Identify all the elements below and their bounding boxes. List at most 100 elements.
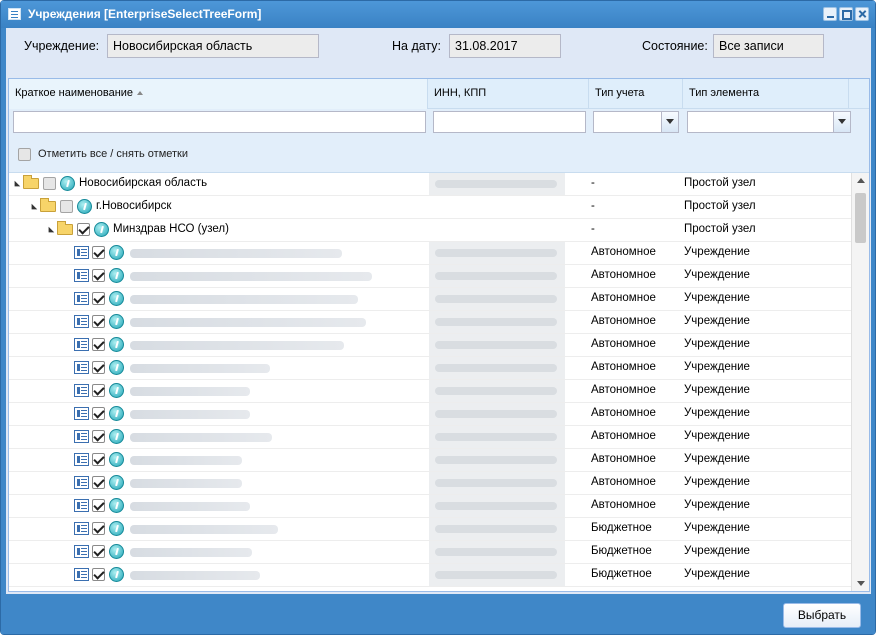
row-inn-redacted bbox=[429, 173, 565, 195]
account-type-filter-select[interactable] bbox=[593, 111, 679, 133]
row-checkbox[interactable] bbox=[92, 292, 105, 305]
row-checkbox[interactable] bbox=[92, 246, 105, 259]
row-checkbox[interactable] bbox=[92, 361, 105, 374]
row-checkbox[interactable] bbox=[92, 568, 105, 581]
tree-row[interactable]: Автономное Учреждение bbox=[9, 472, 851, 495]
row-checkbox[interactable] bbox=[92, 476, 105, 489]
info-icon[interactable] bbox=[109, 406, 124, 421]
maximize-button[interactable] bbox=[839, 7, 853, 21]
expand-arrow-icon[interactable] bbox=[45, 226, 55, 236]
row-name-redacted bbox=[130, 571, 260, 580]
row-checkbox[interactable] bbox=[92, 430, 105, 443]
tree-row[interactable]: Автономное Учреждение bbox=[9, 334, 851, 357]
tree-row[interactable]: Автономное Учреждение bbox=[9, 265, 851, 288]
row-account-type: Автономное bbox=[591, 430, 656, 442]
institution-card-icon bbox=[74, 246, 89, 259]
tree-row[interactable]: Новосибирская область - Простой узел bbox=[9, 173, 851, 196]
info-icon[interactable] bbox=[109, 337, 124, 352]
tree-row[interactable]: Автономное Учреждение bbox=[9, 357, 851, 380]
tree-row[interactable]: Бюджетное Учреждение bbox=[9, 564, 851, 587]
row-account-type: - bbox=[591, 177, 595, 189]
info-icon[interactable] bbox=[109, 475, 124, 490]
row-inn-redacted bbox=[429, 357, 565, 379]
row-element-type: Учреждение bbox=[684, 476, 750, 488]
scroll-down-icon[interactable] bbox=[857, 581, 865, 586]
chevron-down-icon[interactable] bbox=[833, 112, 850, 132]
row-inn-redacted bbox=[429, 449, 565, 471]
institution-field[interactable]: Новосибирская область bbox=[107, 34, 319, 58]
chevron-down-icon[interactable] bbox=[661, 112, 678, 132]
expand-arrow-icon[interactable] bbox=[28, 203, 38, 213]
row-checkbox[interactable] bbox=[92, 315, 105, 328]
scroll-up-icon[interactable] bbox=[857, 178, 865, 183]
tree-row[interactable]: г.Новосибирск - Простой узел bbox=[9, 196, 851, 219]
row-checkbox[interactable] bbox=[92, 499, 105, 512]
name-filter-input[interactable] bbox=[13, 111, 426, 133]
tree-row[interactable]: Автономное Учреждение bbox=[9, 495, 851, 518]
scroll-thumb[interactable] bbox=[855, 193, 866, 243]
info-icon[interactable] bbox=[109, 360, 124, 375]
tree-row[interactable]: Автономное Учреждение bbox=[9, 288, 851, 311]
tree-row[interactable]: Бюджетное Учреждение bbox=[9, 518, 851, 541]
info-icon[interactable] bbox=[60, 176, 75, 191]
tree-row[interactable]: Автономное Учреждение bbox=[9, 242, 851, 265]
row-account-type: Автономное bbox=[591, 476, 656, 488]
window-title: Учреждения [EnterpriseSelectTreeForm] bbox=[28, 7, 262, 21]
column-header-name[interactable]: Краткое наименование bbox=[9, 79, 428, 109]
row-checkbox[interactable] bbox=[92, 269, 105, 282]
tree-row[interactable]: Минздрав НСО (узел) - Простой узел bbox=[9, 219, 851, 242]
column-header-element-type-label: Тип элемента bbox=[689, 87, 760, 99]
row-checkbox[interactable] bbox=[77, 223, 90, 236]
info-icon[interactable] bbox=[109, 498, 124, 513]
row-checkbox[interactable] bbox=[92, 453, 105, 466]
row-checkbox[interactable] bbox=[92, 522, 105, 535]
institution-card-icon bbox=[74, 361, 89, 374]
minimize-button[interactable] bbox=[823, 7, 837, 21]
check-all-label[interactable]: Отметить все / снять отметки bbox=[38, 148, 188, 160]
check-all-checkbox[interactable] bbox=[18, 148, 31, 161]
inn-filter-input[interactable] bbox=[433, 111, 586, 133]
info-icon[interactable] bbox=[109, 452, 124, 467]
info-icon[interactable] bbox=[109, 521, 124, 536]
row-checkbox[interactable] bbox=[92, 384, 105, 397]
close-button[interactable] bbox=[855, 7, 869, 21]
column-header-inn[interactable]: ИНН, КПП bbox=[428, 79, 589, 109]
row-inn-redacted bbox=[429, 541, 565, 563]
row-account-type: Автономное bbox=[591, 338, 656, 350]
state-field[interactable]: Все записи bbox=[713, 34, 824, 58]
info-icon[interactable] bbox=[109, 544, 124, 559]
title-bar[interactable]: Учреждения [EnterpriseSelectTreeForm] bbox=[1, 1, 875, 28]
info-icon[interactable] bbox=[77, 199, 92, 214]
tree-row[interactable]: Автономное Учреждение bbox=[9, 449, 851, 472]
info-icon[interactable] bbox=[109, 245, 124, 260]
tree-row[interactable]: Автономное Учреждение bbox=[9, 380, 851, 403]
row-checkbox[interactable] bbox=[92, 407, 105, 420]
date-field[interactable]: 31.08.2017 bbox=[449, 34, 561, 58]
tree-row[interactable]: Автономное Учреждение bbox=[9, 403, 851, 426]
info-icon[interactable] bbox=[109, 429, 124, 444]
row-element-type: Учреждение bbox=[684, 453, 750, 465]
vertical-scrollbar[interactable] bbox=[851, 173, 869, 591]
institution-card-icon bbox=[74, 476, 89, 489]
row-checkbox[interactable] bbox=[92, 338, 105, 351]
tree-row[interactable]: Бюджетное Учреждение bbox=[9, 541, 851, 564]
tree-row[interactable]: Автономное Учреждение bbox=[9, 311, 851, 334]
tree-row[interactable]: Автономное Учреждение bbox=[9, 426, 851, 449]
info-icon[interactable] bbox=[94, 222, 109, 237]
info-icon[interactable] bbox=[109, 314, 124, 329]
info-icon[interactable] bbox=[109, 268, 124, 283]
column-header-element-type[interactable]: Тип элемента bbox=[683, 79, 849, 109]
row-checkbox[interactable] bbox=[92, 545, 105, 558]
row-checkbox[interactable] bbox=[60, 200, 73, 213]
filter-bar: Учреждение: Новосибирская область На дат… bbox=[6, 28, 871, 66]
info-icon[interactable] bbox=[109, 383, 124, 398]
row-checkbox[interactable] bbox=[43, 177, 56, 190]
element-type-filter-select[interactable] bbox=[687, 111, 851, 133]
expand-arrow-icon[interactable] bbox=[11, 180, 21, 190]
select-button[interactable]: Выбрать bbox=[783, 603, 861, 628]
state-label: Состояние: bbox=[642, 39, 708, 53]
column-header-account-type[interactable]: Тип учета bbox=[589, 79, 683, 109]
info-icon[interactable] bbox=[109, 567, 124, 582]
info-icon[interactable] bbox=[109, 291, 124, 306]
row-name: г.Новосибирск bbox=[96, 200, 172, 212]
